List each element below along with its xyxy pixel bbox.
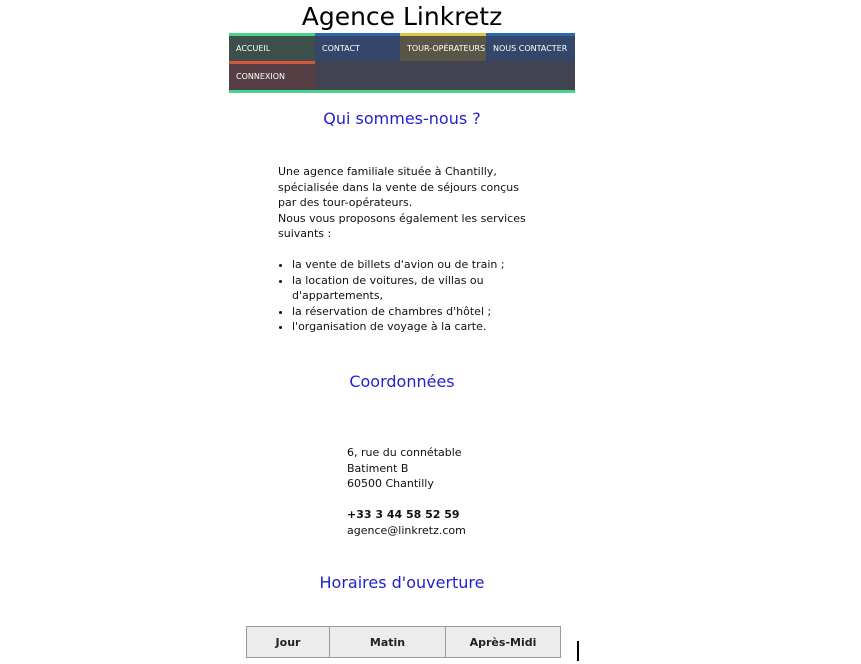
contact-details: 6, rue du connétable Batiment B 60500 Ch… — [347, 445, 547, 538]
nav-item-nous-contacter[interactable]: Nous contacter — [486, 33, 575, 61]
nav-item-label: Nous contacter — [493, 44, 568, 53]
about-section: Une agence familiale située à Chantilly,… — [278, 164, 538, 335]
hours-table: Jour Matin Après-Midi — [246, 626, 561, 658]
nav-item-label: Connexion — [236, 72, 286, 81]
main-navigation: Accueil Contact Tour-opérateurs Nous con… — [229, 33, 575, 93]
nav-item-tour-operateurs[interactable]: Tour-opérateurs — [400, 33, 486, 61]
nav-item-label: Accueil — [236, 44, 271, 53]
services-list: la vente de billets d'avion ou de train … — [278, 257, 538, 335]
about-heading: Qui sommes-nous ? — [323, 109, 481, 128]
column-header-matin: Matin — [329, 626, 446, 658]
nav-item-label: Contact — [322, 44, 360, 53]
nav-item-connexion[interactable]: Connexion — [229, 61, 315, 89]
about-intro: Une agence familiale située à Chantilly,… — [278, 165, 519, 209]
page: Agence Linkretz Accueil Contact Tour-opé… — [0, 0, 861, 664]
nav-item-accueil[interactable]: Accueil — [229, 33, 315, 61]
text-cursor — [577, 641, 579, 661]
address-line: 60500 Chantilly — [347, 477, 434, 490]
table-header-row: Jour Matin Après-Midi — [246, 626, 561, 658]
list-item: la réservation de chambres d'hôtel ; — [292, 304, 538, 320]
nav-item-label: Tour-opérateurs — [407, 44, 486, 53]
address-line: 6, rue du connétable — [347, 446, 462, 459]
contact-heading: Coordonnées — [349, 372, 455, 391]
list-item: la location de voitures, de villas ou d'… — [292, 273, 538, 304]
column-header-apres-midi: Après-Midi — [445, 626, 561, 658]
phone-number: +33 3 44 58 52 59 — [347, 508, 460, 521]
address-line: Batiment B — [347, 461, 409, 475]
list-item: la vente de billets d'avion ou de train … — [292, 257, 538, 273]
email-address: agence@linkretz.com — [347, 523, 466, 537]
list-item: l'organisation de voyage à la carte. — [292, 319, 538, 335]
nav-item-contact[interactable]: Contact — [315, 33, 400, 61]
about-services-intro: Nous vous proposons également les servic… — [278, 211, 526, 241]
hours-heading: Horaires d'ouverture — [319, 573, 485, 592]
column-header-jour: Jour — [246, 626, 330, 658]
site-title: Agence Linkretz — [301, 2, 503, 31]
